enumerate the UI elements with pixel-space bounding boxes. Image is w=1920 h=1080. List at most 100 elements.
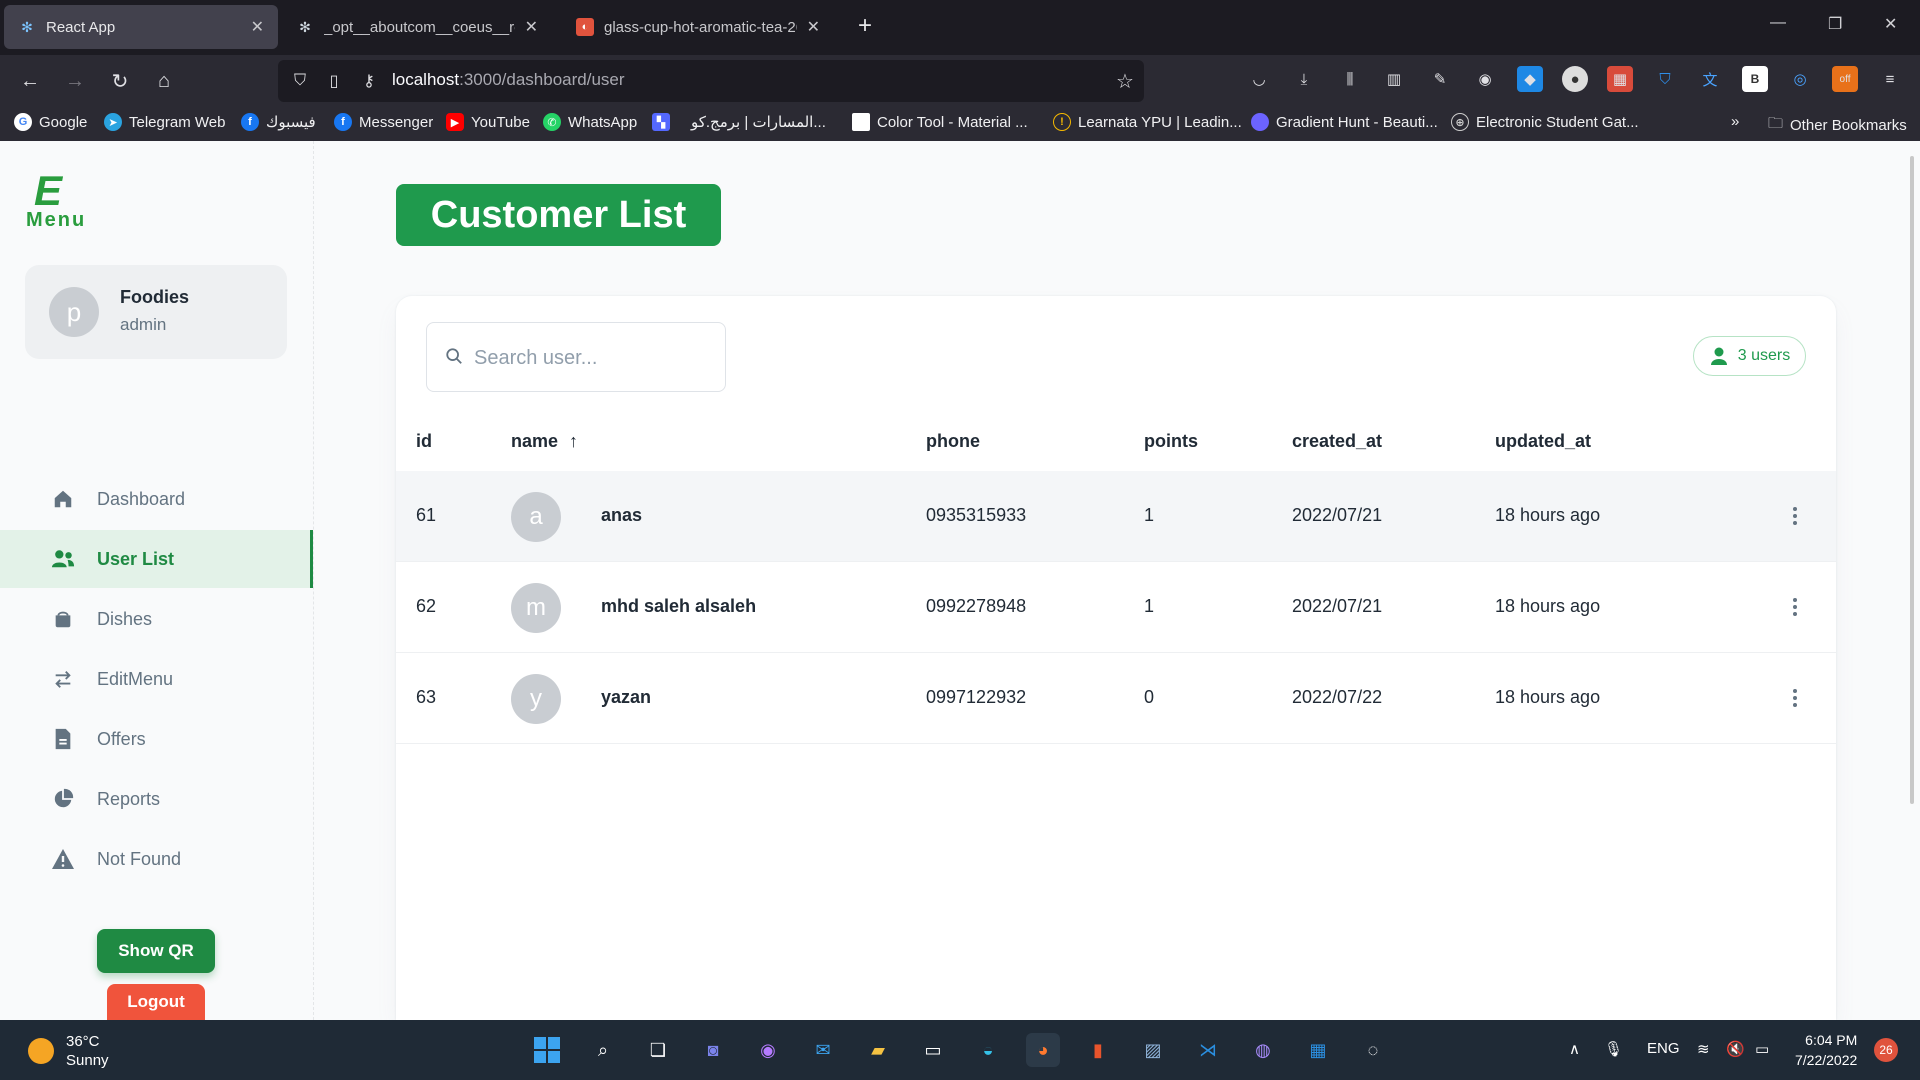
key-icon[interactable]: ⚷ [355,67,383,95]
chrome-icon[interactable]: ◌ [1356,1033,1390,1067]
github-icon[interactable]: ◍ [1246,1033,1280,1067]
chevron-up-icon[interactable]: ∧ [1569,1040,1580,1058]
new-tab-icon[interactable]: + [858,12,872,40]
chat-icon[interactable]: ◙ [696,1033,730,1067]
window-close-icon[interactable]: ✕ [1884,14,1897,34]
account-card[interactable]: p Foodies admin [25,265,287,359]
file-explorer-icon[interactable]: ▰ [861,1033,895,1067]
restore-icon[interactable]: ❐ [1828,14,1842,34]
sidebar-icon[interactable]: ▥ [1381,66,1407,92]
column-header-phone[interactable]: phone [926,431,980,452]
task-view-icon[interactable]: ❏ [641,1033,675,1067]
clock[interactable]: 6:04 PM 7/22/2022 [1795,1030,1857,1070]
close-icon[interactable]: ✕ [807,17,820,37]
language-indicator[interactable]: ENG [1647,1040,1680,1057]
eyedropper-icon[interactable]: ✎ [1427,66,1453,92]
table-row[interactable]: 62 m mhd saleh alsaleh 0992278948 1 2022… [396,562,1836,653]
url-text[interactable]: localhost:3000/dashboard/user [392,70,625,90]
extension-icon[interactable]: ◎ [1787,66,1813,92]
search-icon[interactable]: ⌕ [586,1033,620,1067]
column-header-id[interactable]: id [416,431,432,452]
bookmark-facebook[interactable]: f فيسبوك [241,113,316,131]
bookmark-messenger[interactable]: f Messenger [334,113,433,131]
reload-icon[interactable]: ↻ [106,67,134,95]
terminal-icon[interactable]: ▭ [916,1033,950,1067]
nav-not-found[interactable]: Not Found [0,830,313,888]
start-icon[interactable] [530,1033,564,1067]
bookmark-youtube[interactable]: ▶ YouTube [446,113,530,131]
library-icon[interactable]: ⫼ [1337,66,1363,92]
download-icon[interactable]: ⤓ [1291,66,1317,92]
table-row[interactable]: 63 y yazan 0997122932 0 2022/07/22 18 ho… [396,653,1836,744]
extension-icon[interactable]: ● [1562,66,1588,92]
translate-icon[interactable]: 文 [1697,66,1723,92]
bookmark-student-gate[interactable]: ⊕ Electronic Student Gat... [1451,113,1639,131]
more-vertical-icon[interactable] [1782,503,1808,529]
column-header-created-at[interactable]: created_at [1292,431,1382,452]
close-icon[interactable]: ✕ [251,17,264,37]
firefox-icon[interactable]: ◕ [1026,1033,1060,1067]
nav-user-list[interactable]: User List [0,530,313,588]
office-icon[interactable]: ▮ [1081,1033,1115,1067]
page-scrollbar[interactable] [1910,156,1914,804]
show-qr-button[interactable]: Show QR [97,929,215,973]
page-icon[interactable]: ▯ [320,67,348,95]
bookmark-star-icon[interactable]: ☆ [1111,67,1139,95]
bookmark-learnata[interactable]: ! Learnata YPU | Leadin... [1053,113,1242,131]
microphone-icon[interactable]: 🎙 [1604,1040,1623,1058]
wifi-icon[interactable]: ≋ [1697,1040,1710,1058]
extension-icon[interactable]: ▦ [1607,66,1633,92]
column-header-points[interactable]: points [1144,431,1198,452]
weather-widget[interactable]: 36°C Sunny [28,1032,109,1070]
table-row[interactable]: 61 a anas 0935315933 1 2022/07/21 18 hou… [396,471,1836,562]
extension-icon[interactable]: ⛉ [1652,66,1678,92]
bookmark-whatsapp[interactable]: ✆ WhatsApp [543,113,637,131]
vscode-icon[interactable]: ⋊ [1191,1033,1225,1067]
edge-icon[interactable]: ◒ [971,1033,1005,1067]
search-input[interactable] [474,343,704,373]
minimize-icon[interactable]: — [1770,14,1786,32]
column-header-updated-at[interactable]: updated_at [1495,431,1591,452]
nav-dashboard[interactable]: Dashboard [0,470,313,528]
pocket-icon[interactable]: ◡ [1246,66,1272,92]
more-vertical-icon[interactable] [1782,685,1808,711]
more-bookmarks-icon[interactable]: » [1731,113,1739,130]
store-icon[interactable]: ▦ [1301,1033,1335,1067]
logo[interactable]: E Menu [24,167,94,231]
extension-icon[interactable]: ◉ [1472,66,1498,92]
tab-glass-cup[interactable]: ◐ glass-cup-hot-aromatic-tea-26 ✕ [562,5,834,49]
nav-editmenu[interactable]: EditMenu [0,650,313,708]
notification-badge[interactable]: 26 [1874,1038,1898,1062]
nav-reports[interactable]: Reports [0,770,313,828]
forward-icon[interactable]: → [61,67,89,95]
bookmark-color-tool[interactable]: Color Tool - Material ... [852,113,1028,131]
bookmark-google[interactable]: G Google [14,113,87,131]
nav-dishes[interactable]: Dishes [0,590,313,648]
home-icon[interactable]: ⌂ [150,67,178,95]
other-bookmarks[interactable]: 🗀 Other Bookmarks [1768,113,1907,138]
extension-icon[interactable]: off [1832,66,1858,92]
podcast-icon[interactable]: ◉ [751,1033,785,1067]
bookmark-telegram[interactable]: ➤ Telegram Web [104,113,225,131]
tab-react-app[interactable]: ✻ React App ✕ [4,5,278,49]
volume-muted-icon[interactable]: 🔇 [1726,1040,1745,1058]
more-vertical-icon[interactable] [1782,594,1808,620]
battery-icon[interactable]: ▭ [1755,1040,1769,1058]
logout-button[interactable]: Logout [107,984,205,1020]
extension-icon[interactable]: B [1742,66,1768,92]
mail-icon[interactable]: ✉ [806,1033,840,1067]
bookmark-gradient-hunt[interactable]: Gradient Hunt - Beauti... [1251,113,1438,131]
back-icon[interactable]: ← [16,67,44,95]
app-root: E Menu p Foodies admin Dashboard User Li… [0,141,1920,1020]
close-icon[interactable]: ✕ [525,17,538,37]
tab-aboutcom[interactable]: ✻ _opt__aboutcom__coeus__reso ✕ [282,5,552,49]
nav-offers[interactable]: Offers [0,710,313,768]
shield-icon[interactable]: ⛉ [286,67,314,95]
search-field[interactable] [426,322,726,392]
bookmark-barmej[interactable]: ▚ المسارات | برمج.كو... [652,113,826,131]
column-header-name[interactable]: name ↑ [511,431,578,452]
menu-icon[interactable]: ≡ [1877,66,1903,92]
extension-icon[interactable]: ◆ [1517,66,1543,92]
cell-updated-at: 18 hours ago [1495,505,1601,525]
photos-icon[interactable]: ▨ [1136,1033,1170,1067]
